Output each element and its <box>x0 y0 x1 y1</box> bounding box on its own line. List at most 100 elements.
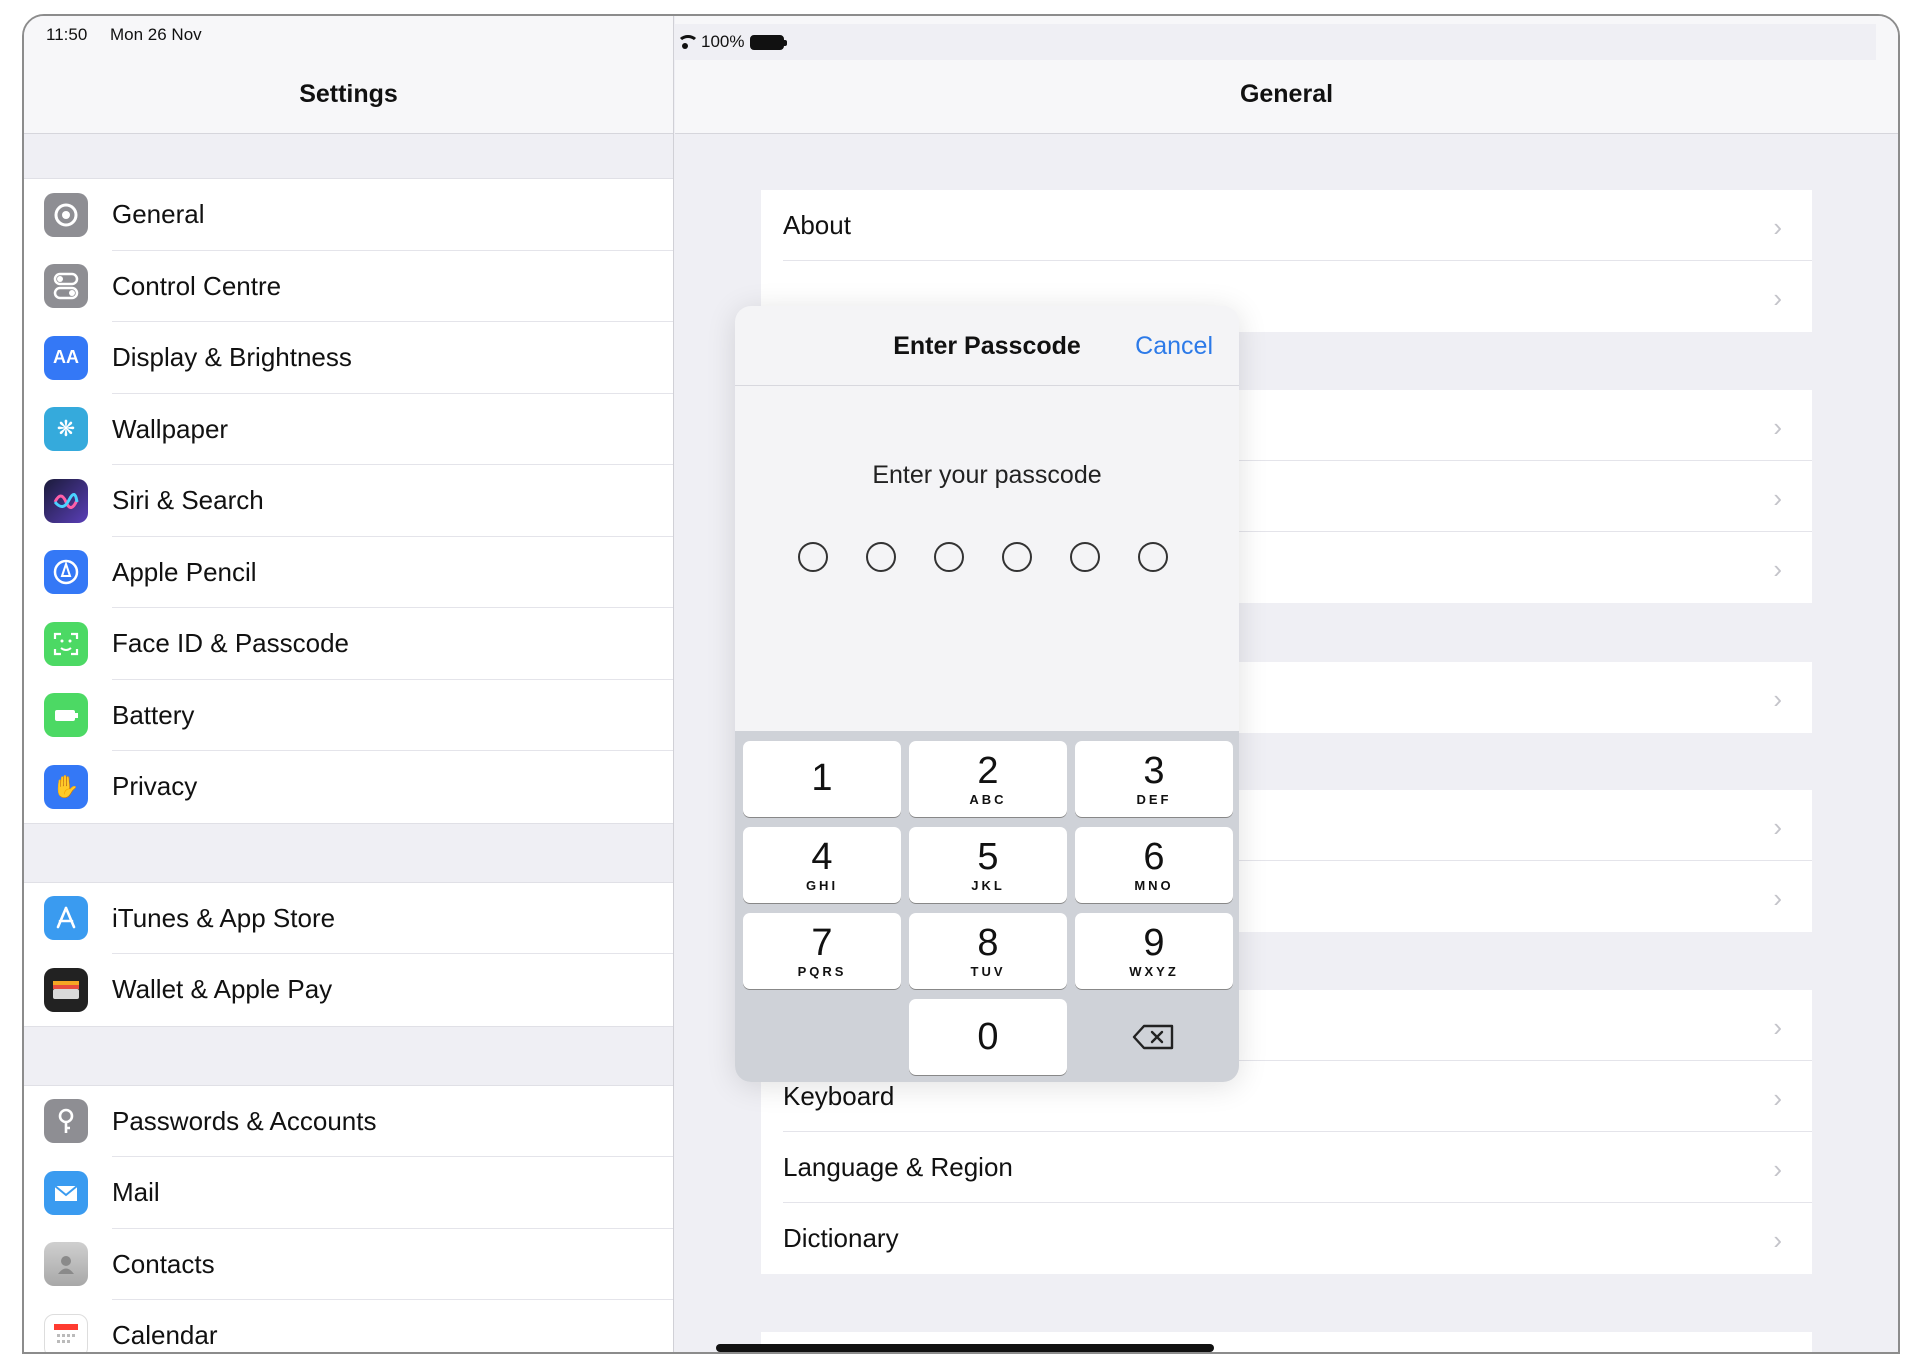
key-number: 2 <box>977 749 999 792</box>
ipad-screen: 11:50 Mon 26 Nov 100% Settings General C… <box>22 14 1900 1354</box>
language-region-row[interactable]: Language & Region › <box>761 1132 1812 1203</box>
flower-icon: ❋ <box>44 407 88 452</box>
key-0[interactable]: 0 <box>909 999 1067 1075</box>
passcode-dot <box>1070 542 1100 572</box>
sidebar-item-label: Battery <box>112 699 195 730</box>
key-2[interactable]: 2 ABC <box>909 741 1067 817</box>
key-letters: ABC <box>969 791 1007 807</box>
dictionary-label: Dictionary <box>783 1223 899 1253</box>
chevron-right-icon: › <box>1773 212 1782 242</box>
sidebar-item-apple-pencil[interactable]: Apple Pencil <box>24 537 673 609</box>
wifi-icon <box>675 35 699 49</box>
keyboard-label: Keyboard <box>783 1081 895 1111</box>
passcode-dot <box>1002 542 1032 572</box>
switches-icon <box>44 264 88 309</box>
status-time: 11:50 <box>46 25 88 44</box>
key-letters: JKL <box>971 877 1005 893</box>
sidebar-item-privacy[interactable]: ✋ Privacy <box>24 751 673 823</box>
battery-icon <box>44 693 88 738</box>
chevron-right-icon: › <box>1773 812 1782 842</box>
language-region-label: Language & Region <box>783 1152 1013 1182</box>
sidebar-item-wallet-apple-pay[interactable]: Wallet & Apple Pay <box>24 954 673 1026</box>
key-4[interactable]: 4 GHI <box>743 827 901 903</box>
passcode-dot <box>934 542 964 572</box>
settings-group-3: Passwords & Accounts Mail Contacts Calen… <box>24 1084 673 1352</box>
chevron-right-icon: › <box>1773 283 1782 313</box>
status-bar: 11:50 Mon 26 Nov 100% <box>24 16 1898 60</box>
sidebar-item-label: Passwords & Accounts <box>112 1105 377 1136</box>
key-number: 9 <box>1143 921 1165 964</box>
sidebar-item-calendar[interactable]: Calendar <box>24 1300 673 1352</box>
sidebar-item-siri-search[interactable]: Siri & Search <box>24 465 673 537</box>
numeric-keypad: 1 2 ABC 3 DEF 4 GHI 5 JKL 6 MNO 7 PQRS 8… <box>735 731 1239 1082</box>
cancel-button[interactable]: Cancel <box>1135 332 1213 361</box>
key-number: 5 <box>977 835 999 878</box>
dictionary-row[interactable]: Dictionary › <box>761 1203 1812 1274</box>
key-letters: WXYZ <box>1129 963 1179 979</box>
chevron-right-icon: › <box>1773 554 1782 584</box>
mail-icon <box>44 1170 88 1215</box>
passcode-dots <box>798 542 1168 572</box>
sidebar-item-battery[interactable]: Battery <box>24 680 673 752</box>
passcode-dot <box>866 542 896 572</box>
sidebar-item-contacts[interactable]: Contacts <box>24 1229 673 1301</box>
key-number: 0 <box>977 1016 999 1058</box>
sidebar-item-face-id-passcode[interactable]: Face ID & Passcode <box>24 608 673 680</box>
key-number: 6 <box>1143 835 1165 878</box>
sidebar-item-label: Mail <box>112 1177 160 1208</box>
chevron-right-icon: › <box>1773 1012 1782 1042</box>
sidebar-item-mail[interactable]: Mail <box>24 1157 673 1229</box>
keypad-blank <box>743 999 901 1075</box>
key-9[interactable]: 9 WXYZ <box>1075 913 1233 989</box>
key-letters: TUV <box>970 963 1006 979</box>
passcode-modal: Enter Passcode Cancel Enter your passcod… <box>735 306 1239 1082</box>
sidebar-item-label: Siri & Search <box>112 485 264 516</box>
app-store-icon <box>44 896 88 941</box>
sidebar-item-label: Wallet & Apple Pay <box>112 974 333 1005</box>
key-letters: PQRS <box>797 963 847 979</box>
page-title: General <box>1239 80 1334 108</box>
battery-icon <box>750 34 788 50</box>
key-6[interactable]: 6 MNO <box>1075 827 1233 903</box>
settings-group-2: iTunes & App Store Wallet & Apple Pay <box>24 881 673 1027</box>
key-8[interactable]: 8 TUV <box>909 913 1067 989</box>
face-id-icon <box>44 621 88 666</box>
key-number: 3 <box>1143 749 1165 792</box>
key-7[interactable]: 7 PQRS <box>743 913 901 989</box>
chevron-right-icon: › <box>1773 1154 1782 1184</box>
sidebar-item-itunes-app-store[interactable]: iTunes & App Store <box>24 883 673 955</box>
passcode-prompt: Enter your passcode <box>872 461 1102 489</box>
sidebar-item-wallpaper[interactable]: ❋ Wallpaper <box>24 394 673 466</box>
key-number: 4 <box>811 835 833 878</box>
sidebar-item-control-centre[interactable]: Control Centre <box>24 251 673 323</box>
settings-group-1: General Control Centre AA Display & Brig… <box>24 178 673 824</box>
sidebar-item-label: Contacts <box>112 1248 215 1279</box>
modal-header: Enter Passcode Cancel <box>735 306 1239 386</box>
about-row[interactable]: About › <box>761 190 1812 261</box>
delete-button[interactable] <box>1075 999 1233 1075</box>
sidebar-item-label: Calendar <box>112 1320 218 1351</box>
settings-sidebar: Settings General Control Centre AA Displ… <box>24 16 674 1352</box>
calendar-icon <box>44 1313 88 1352</box>
sidebar-item-label: Wallpaper <box>112 413 229 444</box>
sidebar-item-label: Control Centre <box>112 270 282 301</box>
key-number: 8 <box>977 921 999 964</box>
key-3[interactable]: 3 DEF <box>1075 741 1233 817</box>
sidebar-title: Settings <box>299 80 398 108</box>
sidebar-item-label: iTunes & App Store <box>112 902 336 933</box>
sidebar-item-general[interactable]: General <box>24 179 673 251</box>
home-indicator[interactable] <box>716 1344 1214 1352</box>
about-label: About <box>783 210 851 240</box>
key-letters: GHI <box>805 877 839 893</box>
sidebar-item-display-brightness[interactable]: AA Display & Brightness <box>24 322 673 394</box>
sidebar-item-label: Apple Pencil <box>112 556 257 587</box>
key-5[interactable]: 5 JKL <box>909 827 1067 903</box>
battery-percent: 100% <box>701 32 745 51</box>
key-1[interactable]: 1 <box>743 741 901 817</box>
wallet-icon <box>44 967 88 1012</box>
status-right: 100% <box>675 24 1876 60</box>
chevron-right-icon: › <box>1773 883 1782 913</box>
key-number: 1 <box>811 757 833 799</box>
delete-icon <box>1132 1024 1174 1050</box>
sidebar-item-passwords-accounts[interactable]: Passwords & Accounts <box>24 1086 673 1158</box>
